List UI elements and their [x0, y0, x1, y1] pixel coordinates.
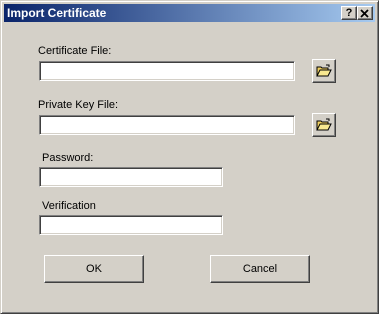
browse-private-key-button[interactable]	[312, 113, 336, 137]
help-button[interactable]: ?	[341, 6, 357, 20]
password-label: Password:	[42, 152, 94, 164]
private-key-file-label: Private Key File:	[38, 99, 119, 111]
verification-label: Verification	[42, 200, 96, 212]
password-input[interactable]	[39, 167, 223, 187]
certificate-file-input[interactable]	[39, 61, 295, 81]
verification-input[interactable]	[39, 215, 223, 235]
ok-button[interactable]: OK	[44, 255, 144, 283]
dialog-title: Import Certificate	[7, 6, 107, 20]
open-folder-icon	[316, 64, 332, 77]
import-certificate-dialog: Import Certificate ? Certificate File: P…	[0, 0, 379, 314]
browse-certificate-button[interactable]	[312, 59, 336, 83]
private-key-file-input[interactable]	[39, 115, 295, 135]
certificate-file-label: Certificate File:	[38, 45, 112, 57]
close-icon	[360, 9, 369, 18]
open-folder-icon	[316, 118, 332, 131]
cancel-button[interactable]: Cancel	[210, 255, 310, 283]
close-button[interactable]	[357, 6, 373, 20]
title-bar[interactable]: Import Certificate ?	[4, 4, 375, 22]
